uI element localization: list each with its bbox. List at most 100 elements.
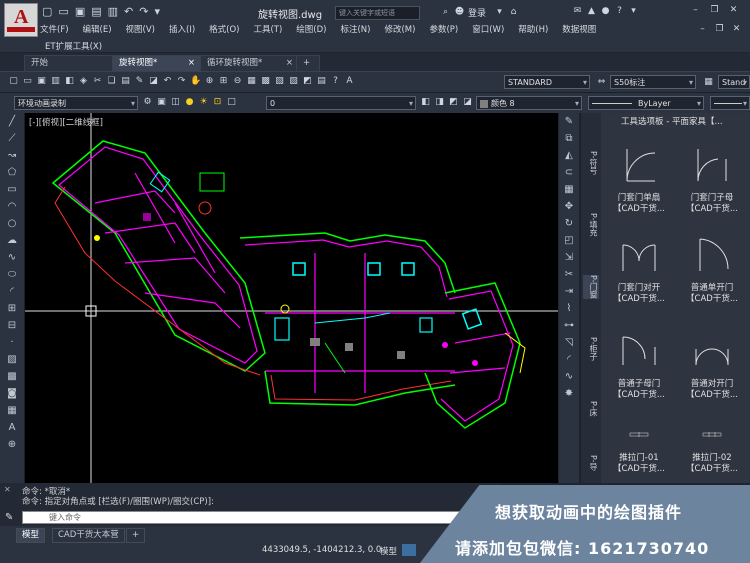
menu-parametric[interactable]: 参数(P) (429, 23, 458, 35)
tab-rotate-view[interactable]: 旋转视图* × (112, 55, 202, 71)
restore-icon[interactable]: ❐ (714, 24, 725, 35)
paste-icon[interactable]: ▤ (120, 76, 131, 87)
plot-icon[interactable]: ▥ (108, 5, 118, 18)
dim-style-select[interactable]: S50标注 (610, 75, 696, 90)
tab-model[interactable]: 模型 (16, 528, 46, 543)
sun-icon[interactable]: ☀ (198, 97, 209, 108)
spline-icon[interactable]: ∿ (0, 249, 24, 266)
drawing-canvas[interactable]: [-][俯视][二维线框] (25, 113, 558, 483)
text-style-icon[interactable]: A (344, 76, 355, 87)
tab-hatch[interactable]: P-填充 (583, 213, 599, 237)
ellipse-icon[interactable]: ⬭ (0, 266, 24, 283)
copy-icon[interactable]: ❏ (106, 76, 117, 87)
menu-view[interactable]: 视图(V) (126, 23, 155, 35)
trim-icon[interactable]: ✂ (559, 266, 579, 283)
palette-item-door-double[interactable]: 门套门对开 【CAD干货... (603, 235, 675, 305)
join-icon[interactable]: ⊶ (559, 317, 579, 334)
undo-icon[interactable]: ↶ (162, 76, 173, 87)
tab-cabinets[interactable]: P-柜子 (583, 337, 599, 361)
sheet-set-icon[interactable]: ▨ (288, 76, 299, 87)
lineweight-select[interactable] (710, 96, 750, 111)
cut-icon[interactable]: ✂ (92, 76, 103, 87)
menu-draw[interactable]: 绘图(D) (296, 23, 326, 35)
break-icon[interactable]: ⌇ (559, 300, 579, 317)
grid-icon[interactable] (402, 544, 416, 556)
redo-icon[interactable]: ↷ (176, 76, 187, 87)
help-icon[interactable]: ? (614, 6, 625, 17)
lightbulb-icon[interactable]: ● (184, 97, 195, 108)
properties-icon[interactable]: ▦ (246, 76, 257, 87)
calculator-icon[interactable]: ▤ (316, 76, 327, 87)
fillet-icon[interactable]: ◜ (559, 351, 579, 368)
menu-edit[interactable]: 编辑(E) (83, 23, 112, 35)
tab-guide[interactable]: P-导 (583, 455, 599, 471)
close-icon[interactable]: ✕ (731, 24, 742, 35)
add-icon[interactable]: ⊕ (0, 436, 24, 453)
redo-icon[interactable]: ↷ (139, 5, 148, 18)
open-file-icon[interactable]: ▭ (58, 5, 68, 18)
rectangle-icon[interactable]: ▭ (0, 181, 24, 198)
offset-icon[interactable]: ⊂ (559, 164, 579, 181)
explode-icon[interactable]: ✸ (559, 385, 579, 402)
zoom-previous-icon[interactable]: ⊖ (232, 76, 243, 87)
tab-layout[interactable]: CAD干货大本营 (52, 528, 125, 543)
tab-start[interactable]: 开始 (24, 55, 114, 71)
connect-icon[interactable]: ● (600, 6, 611, 17)
menu-dimension[interactable]: 标注(N) (340, 23, 370, 35)
exchange-icon[interactable]: ⌂ (508, 7, 519, 18)
maximize-icon[interactable]: ❐ (709, 5, 720, 16)
search-input[interactable]: 键入关键字或短语 (335, 6, 420, 20)
tab-loop-rotate-view[interactable]: 循环旋转视图* × (200, 55, 300, 71)
menu-tools[interactable]: 工具(T) (253, 23, 282, 35)
palette-item-plain-double-door[interactable]: 普通对开门 【CAD干货... (676, 331, 748, 401)
menu-window[interactable]: 窗口(W) (472, 23, 504, 35)
add-layout-button[interactable]: + (126, 528, 146, 543)
new-file-icon[interactable]: ▢ (42, 5, 52, 18)
palette-item-sliding-door-02[interactable]: 推拉门-02 【CAD干货... (676, 425, 748, 475)
hatch-icon[interactable]: ▨ (0, 351, 24, 368)
text-style-select[interactable]: STANDARD (504, 75, 590, 90)
menu-insert[interactable]: 插入(I) (169, 23, 195, 35)
menu-help[interactable]: 帮助(H) (518, 23, 548, 35)
model-space-toggle[interactable]: 模型 (380, 545, 397, 557)
insert-block-icon[interactable]: ⊞ (0, 300, 24, 317)
rotate-icon[interactable]: ↻ (559, 215, 579, 232)
lock-icon[interactable]: ⊡ (212, 97, 223, 108)
palette-item-sliding-door-01[interactable]: 推拉门-01 【CAD干货... (603, 425, 675, 475)
layer-state-save-icon[interactable]: ▣ (156, 97, 167, 108)
array-icon[interactable]: ▦ (559, 181, 579, 198)
erase-icon[interactable]: ✎ (559, 113, 579, 130)
cart-icon[interactable]: ▾ (494, 7, 505, 18)
share-icon[interactable]: ▾ (154, 5, 160, 18)
tab-doors-windows[interactable]: P-门窗 (583, 275, 599, 299)
color-square-icon[interactable]: □ (226, 97, 237, 108)
minimize-icon[interactable]: – (697, 24, 708, 35)
dropdown-icon[interactable]: ▾ (628, 6, 639, 17)
close-icon[interactable]: × (188, 56, 195, 71)
user-icon[interactable]: ☻ (454, 7, 465, 18)
current-layer-select[interactable]: 0 (266, 96, 416, 111)
menu-data-view[interactable]: 数据视图 (562, 23, 596, 35)
move-icon[interactable]: ✥ (559, 198, 579, 215)
layer-isolate-icon[interactable]: ◪ (462, 97, 473, 108)
close-icon[interactable]: ✕ (4, 485, 11, 494)
menu-modify[interactable]: 修改(M) (384, 23, 415, 35)
wrench-icon[interactable]: ✎ (5, 512, 13, 523)
login-button[interactable]: 登录 (468, 6, 486, 19)
command-input[interactable]: 键入命令 (22, 511, 497, 524)
mtext-icon[interactable]: A (0, 419, 24, 436)
color-select[interactable]: 颜色 8 (476, 96, 582, 111)
ellipse-arc-icon[interactable]: ◜ (0, 283, 24, 300)
polyline-icon[interactable]: ↝ (0, 147, 24, 164)
dim-style-icon[interactable]: ⇔ (596, 77, 607, 88)
help-icon[interactable]: ? (330, 76, 341, 87)
save-icon[interactable]: ▣ (36, 76, 47, 87)
publish-icon[interactable]: ◈ (78, 76, 89, 87)
palette-item-plain-child-mother-door[interactable]: 普通子母门 【CAD干货... (603, 331, 675, 401)
linetype-select[interactable]: ByLayer (588, 96, 704, 111)
stretch-icon[interactable]: ⇲ (559, 249, 579, 266)
tool-palette-icon[interactable]: ▧ (274, 76, 285, 87)
layer-match-icon[interactable]: ◩ (448, 97, 459, 108)
table-style-icon[interactable]: ▦ (703, 77, 714, 88)
markup-icon[interactable]: ◩ (302, 76, 313, 87)
